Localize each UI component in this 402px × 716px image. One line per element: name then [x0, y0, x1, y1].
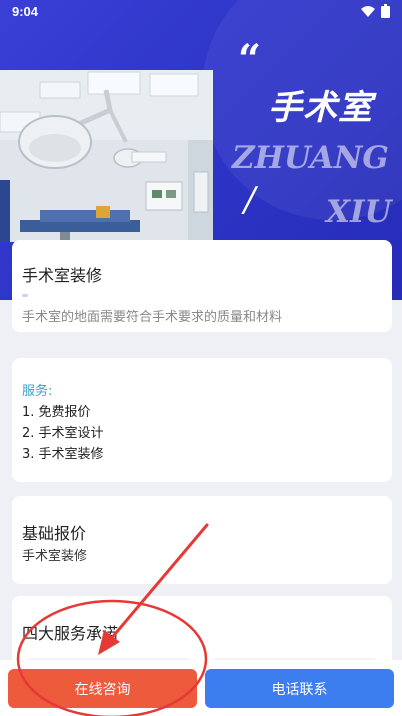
hero-subtitle-xiu: XIU — [326, 194, 392, 230]
operating-room-photo — [0, 70, 213, 242]
status-icons — [361, 4, 390, 18]
intro-card: 手术室装修 手术室的地面需要符合手术要求的质量和材料 — [12, 240, 392, 332]
services-card: 服务: 1. 免费报价 2. 手术室设计 3. 手术室装修 — [12, 358, 392, 482]
phone-contact-button[interactable]: 电话联系 — [205, 669, 394, 708]
service-item: 1. 免费报价 — [22, 405, 91, 420]
operating-room-illustration — [0, 70, 213, 242]
promises-title: 四大服务承诺 — [22, 624, 119, 643]
service-item: 3. 手术室装修 — [22, 447, 104, 462]
services-list: 1. 免费报价 2. 手术室设计 3. 手术室装修 — [22, 402, 104, 465]
hero-slash: / — [244, 180, 256, 220]
intro-divider — [22, 294, 28, 297]
bottom-action-bar: 在线咨询 电话联系 — [0, 660, 402, 716]
intro-title: 手术室装修 — [22, 266, 103, 285]
wifi-icon — [361, 5, 375, 17]
hero-title: 手术室 — [268, 88, 373, 128]
service-item: 2. 手术室设计 — [22, 426, 104, 441]
pricing-subtitle: 手术室装修 — [22, 549, 88, 564]
online-consult-button[interactable]: 在线咨询 — [8, 669, 197, 708]
pricing-title: 基础报价 — [22, 524, 87, 543]
battery-icon — [381, 4, 390, 18]
status-bar: 9:04 — [0, 0, 402, 24]
services-label: 服务: — [22, 384, 53, 399]
status-time: 9:04 — [12, 4, 39, 19]
pricing-card[interactable]: 基础报价 手术室装修 — [12, 496, 392, 584]
quote-mark: “ — [238, 36, 262, 83]
intro-description: 手术室的地面需要符合手术要求的质量和材料 — [22, 310, 283, 325]
hero-subtitle-zhuang: ZHUANG — [232, 140, 389, 176]
